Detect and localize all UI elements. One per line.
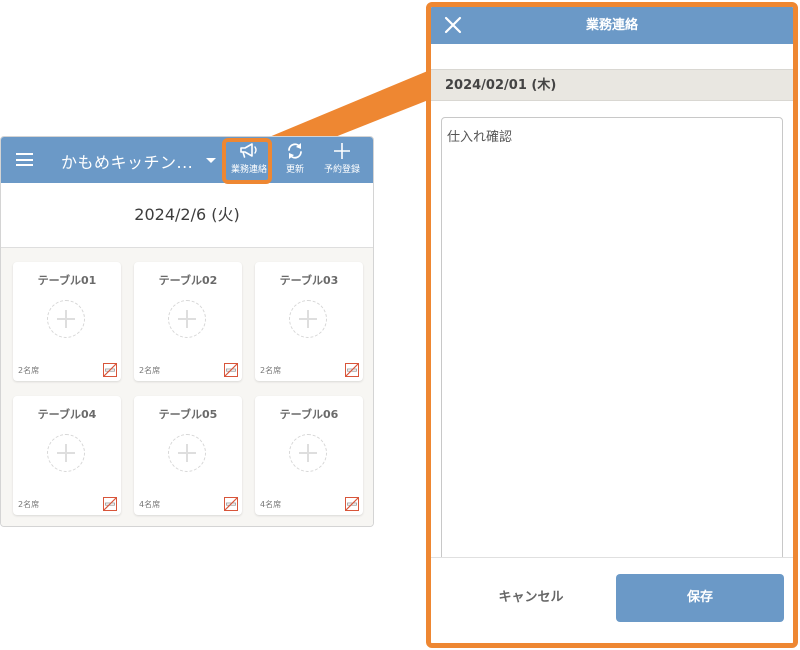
notice-modal: 業務連絡 2024/02/01 (木) 仕入れ確認 キャンセル 保存: [426, 2, 798, 648]
cancel-button[interactable]: キャンセル: [447, 574, 615, 622]
reserve-button-label: 予約登録: [323, 165, 360, 175]
table-name: テーブル01: [37, 274, 97, 287]
refresh-button-label: 更新: [285, 165, 304, 175]
current-date: 2024/2/6 (火): [1, 183, 373, 248]
seat-count: 2名席: [18, 366, 40, 375]
refresh-button[interactable]: 更新: [282, 142, 308, 180]
add-reservation-icon[interactable]: [47, 434, 85, 472]
no-smoking-icon: [103, 363, 117, 377]
table-card[interactable]: テーブル02 2名席: [134, 262, 242, 381]
no-smoking-icon: [345, 497, 359, 511]
seat-count: 2名席: [260, 366, 282, 375]
chevron-down-icon[interactable]: [206, 158, 216, 163]
table-card[interactable]: テーブル03 2名席: [255, 262, 363, 381]
refresh-icon: [288, 143, 302, 159]
seat-count: 4名席: [260, 500, 282, 509]
table-card[interactable]: テーブル04 2名席: [13, 396, 121, 515]
add-reservation-icon[interactable]: [168, 434, 206, 472]
table-name: テーブル05: [158, 408, 218, 421]
modal-title: 業務連絡: [585, 18, 638, 33]
add-reservation-icon[interactable]: [47, 300, 85, 338]
save-button[interactable]: 保存: [616, 574, 784, 622]
modal-footer: キャンセル 保存: [431, 557, 793, 643]
modal-header: 業務連絡: [431, 7, 793, 44]
notice-memo-field[interactable]: 仕入れ確認: [441, 117, 783, 577]
phone-screen: かもめキッチン... 業務連絡 更新 予約登録 2024/2/6 (火) テーブ…: [0, 136, 374, 527]
app-header: かもめキッチン... 業務連絡 更新 予約登録: [1, 137, 373, 183]
plus-icon: [334, 143, 350, 159]
reserve-button[interactable]: 予約登録: [319, 142, 365, 180]
store-selector[interactable]: かもめキッチン...: [61, 149, 193, 173]
seat-count: 4名席: [139, 500, 161, 509]
no-smoking-icon: [345, 363, 359, 377]
table-card[interactable]: テーブル01 2名席: [13, 262, 121, 381]
table-name: テーブル04: [37, 408, 97, 421]
seat-count: 2名席: [139, 366, 161, 375]
no-smoking-icon: [224, 363, 238, 377]
no-smoking-icon: [103, 497, 117, 511]
notice-date: 2024/02/01 (木): [431, 69, 793, 101]
table-card[interactable]: テーブル05 4名席: [134, 396, 242, 515]
table-card[interactable]: テーブル06 4名席: [255, 396, 363, 515]
table-name: テーブル03: [279, 274, 339, 287]
notice-button-highlight: [222, 138, 272, 184]
seat-count: 2名席: [18, 500, 40, 509]
menu-icon[interactable]: [16, 153, 33, 166]
table-grid: テーブル01 2名席 テーブル02 2名席 テーブル03 2名席 テーブル04 …: [1, 248, 373, 526]
add-reservation-icon[interactable]: [168, 300, 206, 338]
table-name: テーブル02: [158, 274, 218, 287]
add-reservation-icon[interactable]: [289, 434, 327, 472]
no-smoking-icon: [224, 497, 238, 511]
add-reservation-icon[interactable]: [289, 300, 327, 338]
table-name: テーブル06: [279, 408, 339, 421]
close-icon[interactable]: [443, 15, 463, 35]
